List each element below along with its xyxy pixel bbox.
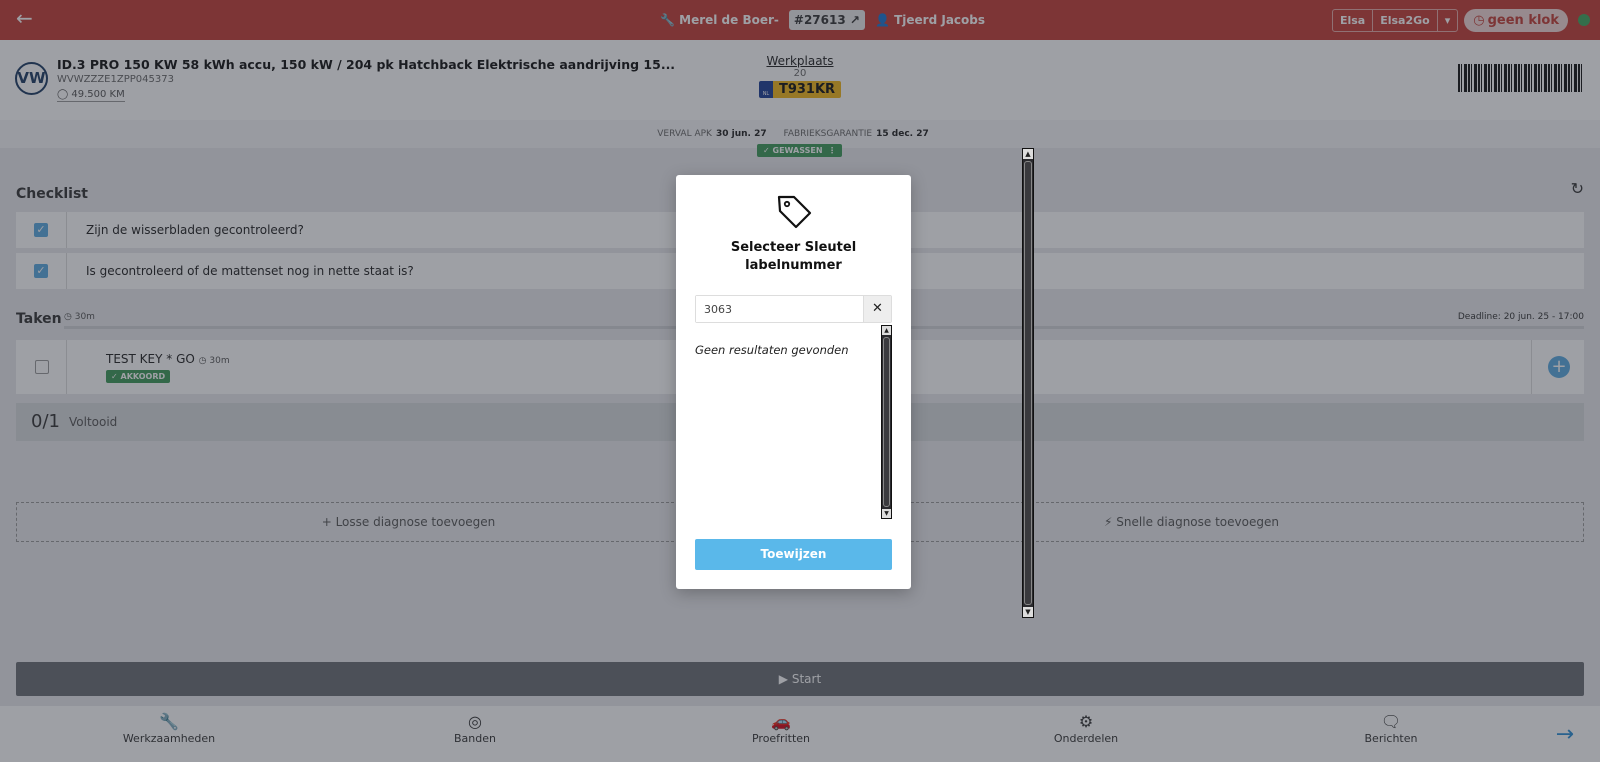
results-scrollbar[interactable]: ▲ ▼ <box>881 325 892 519</box>
select-key-label-modal: Selecteer Sleutel labelnummer ✕ Geen res… <box>676 175 911 589</box>
scroll-down-icon[interactable]: ▼ <box>882 509 891 518</box>
assign-button[interactable]: Toewijzen <box>695 539 892 570</box>
scroll-up-icon[interactable]: ▲ <box>882 326 891 335</box>
scrollbar-thumb[interactable] <box>883 337 890 507</box>
no-results-text: Geen resultaten gevonden <box>695 343 849 357</box>
clear-search-close-icon[interactable]: ✕ <box>863 296 891 322</box>
modal-title-line2: labelnummer <box>745 258 842 273</box>
key-label-search-input[interactable] <box>696 296 863 322</box>
modal-title: Selecteer Sleutel labelnummer <box>676 239 911 275</box>
modal-title-line1: Selecteer Sleutel <box>730 240 857 255</box>
scroll-up-icon[interactable]: ▲ <box>1023 149 1033 159</box>
page-scrollbar[interactable]: ▲ ▼ <box>1022 148 1034 618</box>
scrollbar-thumb[interactable] <box>1024 161 1032 605</box>
scroll-down-icon[interactable]: ▼ <box>1023 607 1033 617</box>
key-label-search: ✕ <box>695 295 892 323</box>
tag-icon <box>777 195 812 229</box>
